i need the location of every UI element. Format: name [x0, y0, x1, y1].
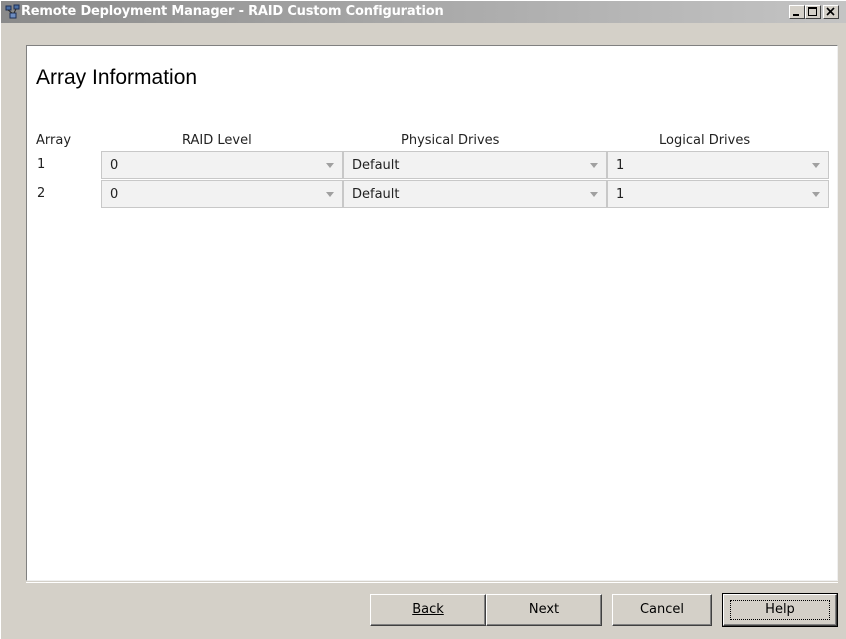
footer-divider — [26, 582, 838, 583]
focus-ring — [730, 600, 830, 620]
help-button[interactable]: Help — [722, 593, 838, 627]
chevron-down-icon — [326, 192, 334, 197]
physical-drives-select-1[interactable]: Default — [343, 151, 607, 179]
logical-drives-select-1[interactable]: 1 — [607, 151, 829, 179]
raid-level-value: 0 — [110, 158, 119, 173]
cancel-button-label: Cancel — [639, 602, 685, 617]
app-window: Remote Deployment Manager - RAID Custom … — [0, 0, 846, 639]
maximize-button[interactable] — [805, 5, 821, 19]
back-button-label: Back — [412, 602, 444, 617]
chevron-down-icon — [590, 192, 598, 197]
app-network-icon — [5, 4, 21, 20]
logical-drives-value: 1 — [616, 187, 625, 202]
next-button[interactable]: Next — [486, 594, 602, 626]
physical-drives-select-2[interactable]: Default — [343, 180, 607, 208]
close-button[interactable] — [823, 5, 839, 19]
minimize-button[interactable] — [789, 5, 805, 19]
column-header-physical-drives: Physical Drives — [401, 133, 500, 148]
page-title: Array Information — [36, 66, 198, 89]
logical-drives-select-2[interactable]: 1 — [607, 180, 829, 208]
minimize-icon — [793, 14, 799, 16]
column-header-raid-level: RAID Level — [182, 133, 252, 148]
maximize-icon — [808, 7, 817, 16]
physical-drives-value: Default — [352, 187, 400, 202]
raid-level-value: 0 — [110, 187, 119, 202]
content-panel: Array Information Array RAID Level Physi… — [26, 45, 838, 581]
chevron-down-icon — [590, 163, 598, 168]
cancel-button[interactable]: Cancel — [612, 594, 712, 626]
physical-drives-value: Default — [352, 158, 400, 173]
array-number-1: 1 — [37, 157, 46, 172]
close-icon — [826, 7, 835, 16]
column-header-logical-drives: Logical Drives — [659, 133, 751, 148]
chevron-down-icon — [326, 163, 334, 168]
chevron-down-icon — [812, 163, 820, 168]
array-number-2: 2 — [37, 186, 46, 201]
title-bar[interactable]: Remote Deployment Manager - RAID Custom … — [1, 1, 846, 23]
column-header-array: Array — [36, 133, 72, 148]
raid-level-select-2[interactable]: 0 — [101, 180, 343, 208]
back-button[interactable]: Back — [370, 594, 486, 626]
next-button-label: Next — [528, 602, 560, 617]
raid-level-select-1[interactable]: 0 — [101, 151, 343, 179]
window-title: Remote Deployment Manager - RAID Custom … — [21, 4, 444, 19]
logical-drives-value: 1 — [616, 158, 625, 173]
chevron-down-icon — [812, 192, 820, 197]
